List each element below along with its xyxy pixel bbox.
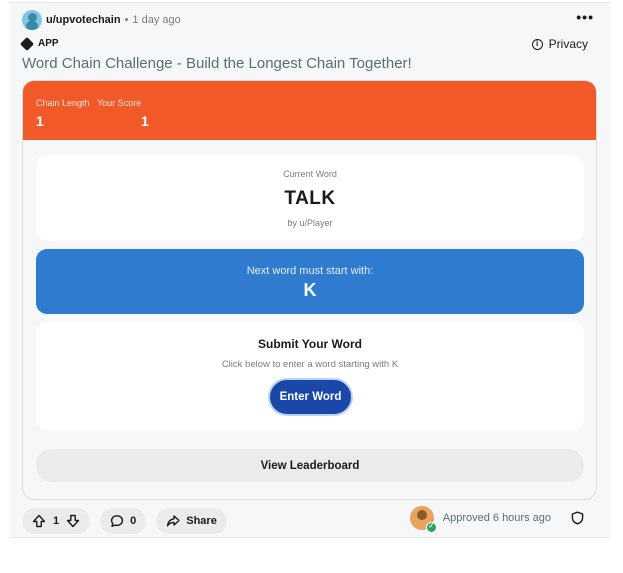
share-icon: [167, 515, 180, 527]
vote-count: 1: [53, 515, 60, 527]
view-leaderboard-button[interactable]: View Leaderboard: [36, 449, 584, 482]
share-label: Share: [186, 515, 217, 527]
current-word-author: by u/Player: [287, 218, 333, 228]
author-avatar[interactable]: [22, 10, 42, 30]
app-frame: Chain Length 1 Your Score 1 Current Word…: [22, 80, 597, 500]
upvote-icon[interactable]: [32, 514, 46, 528]
next-letter-card: Next word must start with: K: [36, 249, 584, 314]
app-label: APP: [38, 38, 59, 49]
score-stat: Your Score 1: [97, 98, 149, 129]
app-badge: APP: [19, 36, 59, 51]
info-icon: i: [531, 38, 543, 50]
approval-status: ✓ Approved 6 hours ago: [409, 506, 584, 533]
score-value: 1: [141, 113, 149, 129]
submit-title: Submit Your Word: [258, 337, 362, 351]
enter-word-button[interactable]: Enter Word: [268, 378, 353, 416]
post-card: u/upvotechain • 1 day ago ••• APP i Priv…: [10, 2, 610, 538]
post-actions: 1 0 Share: [22, 508, 237, 534]
vote-pill: 1: [22, 508, 91, 534]
next-letter-label: Next word must start with:: [246, 265, 374, 277]
stats-bar: Chain Length 1 Your Score 1: [23, 81, 596, 140]
chain-length-label: Chain Length: [36, 98, 90, 108]
current-word-label: Current Word: [283, 169, 337, 179]
privacy-link[interactable]: i Privacy: [531, 37, 588, 51]
privacy-label: Privacy: [548, 37, 588, 51]
current-word-card: Current Word TALK by u/Player: [36, 155, 584, 241]
comment-count: 0: [130, 515, 137, 527]
moderator-avatar[interactable]: ✓: [409, 506, 437, 533]
submit-word-card: Submit Your Word Click below to enter a …: [36, 322, 584, 430]
submit-hint: Click below to enter a word starting wit…: [221, 359, 399, 370]
post-time: 1 day ago: [132, 14, 181, 26]
share-button[interactable]: Share: [156, 508, 227, 534]
comment-icon: [111, 515, 124, 527]
current-word: TALK: [284, 188, 336, 209]
post-title[interactable]: Word Chain Challenge - Build the Longest…: [22, 55, 412, 72]
comments-button[interactable]: 0: [100, 508, 147, 534]
shield-icon[interactable]: [571, 511, 584, 525]
chain-length-stat: Chain Length 1: [36, 98, 90, 129]
more-options-icon[interactable]: •••: [576, 9, 594, 25]
separator-dot: •: [124, 14, 129, 26]
approved-text: Approved 6 hours ago: [442, 512, 551, 524]
score-label: Your Score: [97, 98, 142, 108]
next-letter: K: [303, 280, 317, 300]
downvote-icon[interactable]: [66, 514, 80, 528]
author-name[interactable]: u/upvotechain: [46, 14, 121, 26]
chain-length-value: 1: [36, 113, 44, 129]
app-cube-icon: [19, 36, 35, 51]
check-icon: ✓: [425, 522, 437, 533]
post-header: u/upvotechain • 1 day ago: [22, 9, 181, 31]
